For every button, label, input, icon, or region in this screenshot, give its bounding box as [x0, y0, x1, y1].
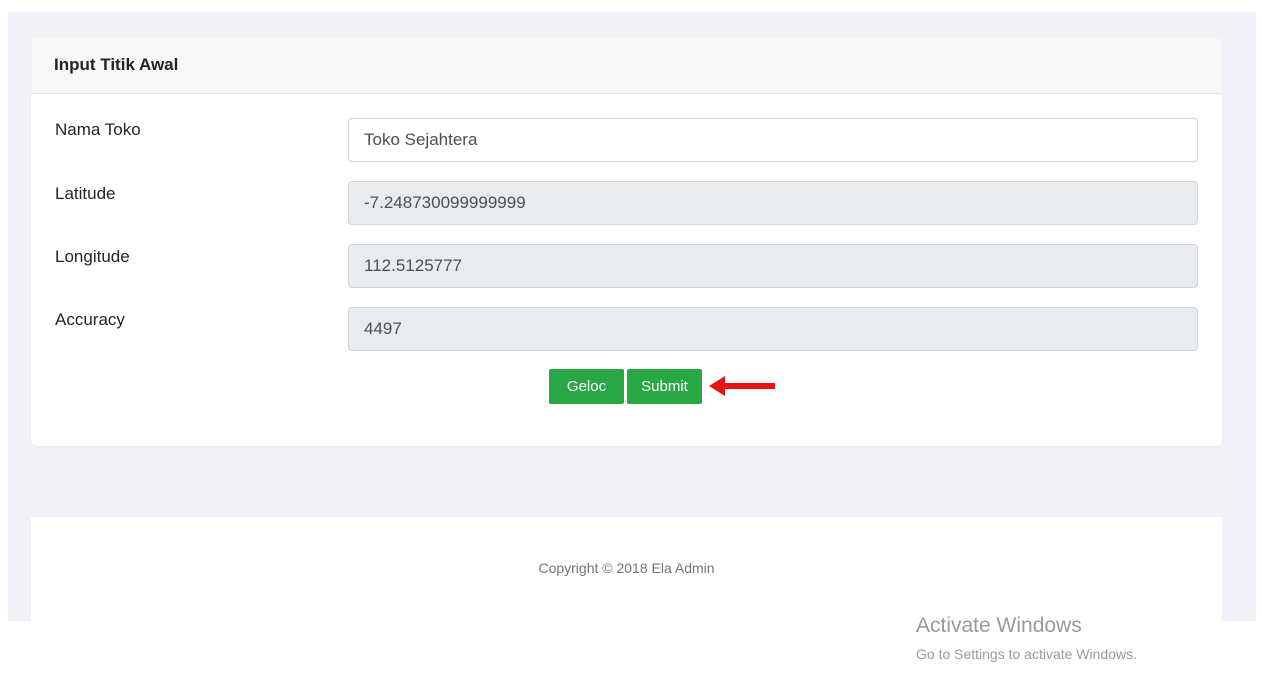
watermark-subtitle: Go to Settings to activate Windows.: [916, 646, 1137, 662]
input-card: Input Titik Awal Nama Toko Latitude Long…: [31, 38, 1222, 446]
left-arrow-icon: [709, 376, 775, 396]
longitude-input[interactable]: [348, 244, 1198, 288]
latitude-input[interactable]: [348, 181, 1198, 225]
activate-windows-watermark: Activate Windows Go to Settings to activ…: [916, 612, 1137, 664]
watermark-title: Activate Windows: [916, 614, 1082, 637]
footer: Copyright © 2018 Ela Admin: [31, 517, 1222, 621]
longitude-label: Longitude: [55, 247, 130, 266]
submit-button[interactable]: Submit: [627, 369, 702, 404]
copyright-text: Copyright © 2018 Ela Admin: [538, 560, 715, 576]
nama-toko-input[interactable]: [348, 118, 1198, 162]
geoloc-button[interactable]: Geloc: [549, 369, 624, 404]
latitude-label: Latitude: [55, 184, 116, 203]
card-header: Input Titik Awal: [31, 38, 1222, 94]
card-title: Input Titik Awal: [54, 55, 179, 74]
accuracy-input[interactable]: [348, 307, 1198, 351]
nama-toko-label: Nama Toko: [55, 120, 141, 139]
accuracy-label: Accuracy: [55, 310, 125, 329]
